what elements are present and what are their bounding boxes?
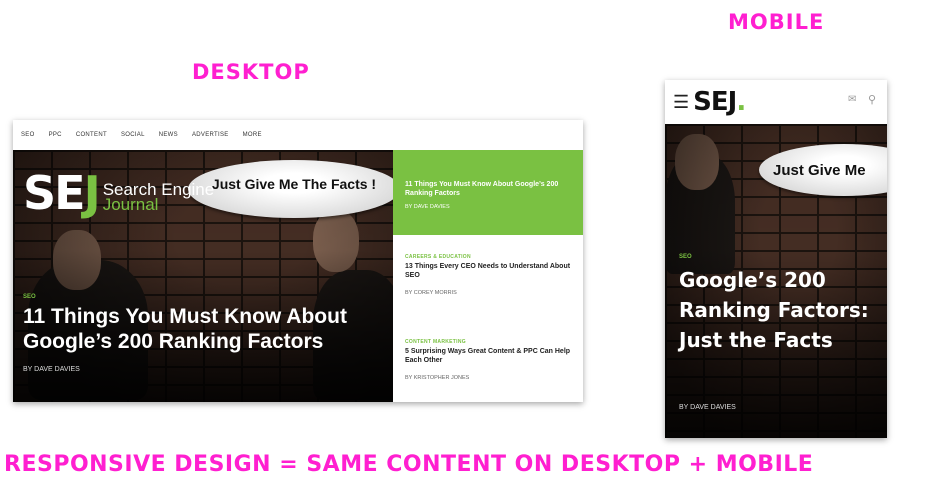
speech-bubble-text: Just Give Me The Facts ! bbox=[211, 176, 377, 192]
hero-byline: BY DAVE DAVIES bbox=[23, 366, 80, 373]
sidebar-item-content-ppc[interactable]: CONTENT MARKETING 5 Surprising Ways Grea… bbox=[393, 339, 583, 381]
footer-caption: RESPONSIVE DESIGN = SAME CONTENT ON DESK… bbox=[4, 452, 814, 477]
desktop-screenshot: SEO PPC CONTENT SOCIAL NEWS ADVERTISE MO… bbox=[13, 120, 583, 402]
desktop-hero-article[interactable]: Just Give Me The Facts ! SEJ Search Engi… bbox=[13, 150, 393, 402]
sidebar-item-byline: BY DAVE DAVIES bbox=[405, 204, 450, 210]
nav-item-ppc[interactable]: PPC bbox=[49, 132, 62, 138]
mobile-screenshot: ☰ SEJ. ✉ ⚲ Just Give Me SEO Google’s 200… bbox=[665, 80, 887, 438]
sidebar-item-title[interactable]: 13 Things Every CEO Needs to Understand … bbox=[405, 262, 571, 280]
sidebar-item-category[interactable]: CAREERS & EDUCATION bbox=[405, 254, 571, 260]
desktop-nav-bar: SEO PPC CONTENT SOCIAL NEWS ADVERTISE MO… bbox=[13, 120, 583, 150]
hamburger-icon[interactable]: ☰ bbox=[673, 92, 689, 113]
sej-logo-line2: Journal bbox=[102, 195, 159, 214]
sidebar-item-byline: BY KRISTOPHER JONES bbox=[405, 375, 470, 381]
hero-category-tag[interactable]: SEO bbox=[23, 294, 36, 300]
hero-title[interactable]: 11 Things You Must Know About Google’s 2… bbox=[23, 304, 383, 354]
sej-logo-letters: SEJ bbox=[23, 170, 101, 216]
nav-item-seo[interactable]: SEO bbox=[21, 132, 35, 138]
sej-logo-name: Search Engine Journal bbox=[102, 181, 215, 216]
nav-item-social[interactable]: SOCIAL bbox=[121, 132, 145, 138]
sej-logo[interactable]: SEJ Search Engine Journal bbox=[23, 170, 214, 216]
mobile-logo-letters: SEJ bbox=[693, 87, 737, 117]
sej-logo-se: SE bbox=[23, 166, 86, 220]
sidebar-item-ceo-seo[interactable]: CAREERS & EDUCATION 13 Things Every CEO … bbox=[393, 254, 583, 296]
mobile-hero-article[interactable]: Just Give Me SEO Google’s 200 Ranking Fa… bbox=[665, 124, 887, 438]
sej-logo-j: J bbox=[83, 166, 101, 220]
mobile-label: MOBILE bbox=[728, 10, 825, 34]
nav-item-advertise[interactable]: ADVERTISE bbox=[192, 132, 229, 138]
desktop-label: DESKTOP bbox=[192, 60, 310, 84]
sidebar-item-featured[interactable]: 11 Things You Must Know About Google’s 2… bbox=[393, 150, 583, 235]
sidebar-item-title[interactable]: 11 Things You Must Know About Google’s 2… bbox=[405, 180, 571, 198]
sidebar-item-byline: BY COREY MORRIS bbox=[405, 290, 457, 296]
hero-category-tag[interactable]: SEO bbox=[679, 254, 692, 260]
nav-item-more[interactable]: MORE bbox=[243, 132, 262, 138]
nav-item-content[interactable]: CONTENT bbox=[76, 132, 107, 138]
search-icon[interactable]: ⚲ bbox=[868, 93, 876, 106]
sidebar-item-title[interactable]: 5 Surprising Ways Great Content & PPC Ca… bbox=[405, 347, 571, 365]
hero-title[interactable]: Google’s 200 Ranking Factors: Just the F… bbox=[679, 265, 879, 355]
speech-bubble-text: Just Give Me bbox=[773, 161, 866, 179]
speech-bubble: Just Give Me The Facts ! bbox=[188, 160, 393, 218]
desktop-sidebar: 11 Things You Must Know About Google’s 2… bbox=[393, 150, 583, 402]
mail-icon[interactable]: ✉ bbox=[848, 94, 856, 105]
mobile-logo-dot: . bbox=[736, 87, 746, 117]
mobile-sej-logo[interactable]: SEJ. bbox=[693, 87, 746, 117]
hero-byline: BY DAVE DAVIES bbox=[679, 404, 736, 411]
mobile-header: ☰ SEJ. ✉ ⚲ bbox=[665, 80, 887, 124]
nav-item-news[interactable]: NEWS bbox=[159, 132, 178, 138]
sidebar-item-category[interactable]: CONTENT MARKETING bbox=[405, 339, 571, 345]
